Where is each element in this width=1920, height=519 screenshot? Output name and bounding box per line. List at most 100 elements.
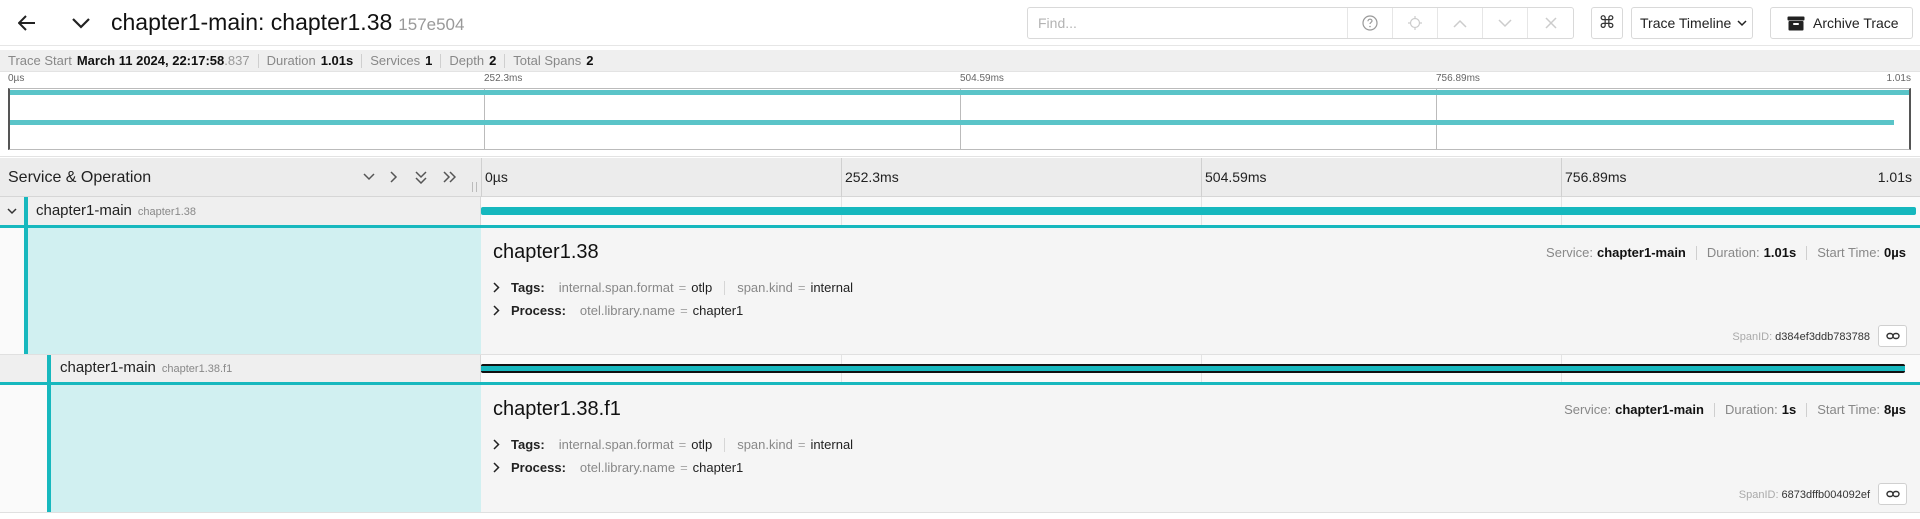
detail-left-fill	[24, 228, 481, 354]
divider	[1695, 245, 1697, 260]
trace-find-group	[1027, 7, 1574, 39]
service-name: chapter1-main	[36, 202, 132, 219]
process-key: otel.library.name	[579, 460, 676, 475]
trace-minimap[interactable]: 0µs 252.3ms 504.59ms 756.89ms 1.01s	[0, 73, 1920, 157]
timeline-tick-label: 0µs	[485, 169, 508, 185]
timeline-gridline	[1561, 158, 1562, 197]
process-label: Process:	[511, 303, 566, 318]
archive-trace-label: Archive Trace	[1813, 15, 1899, 31]
span-detail-meta: Service: chapter1-main Duration: 1s Star…	[1564, 402, 1906, 417]
chevron-right-icon	[493, 462, 500, 473]
span-service-name[interactable]: chapter1-main chapter1.38	[36, 202, 196, 219]
trace-start-value: March 11 2024, 22:17:58.837	[77, 53, 250, 68]
span-detail-meta: Service: chapter1-main Duration: 1.01s S…	[1546, 245, 1906, 260]
view-type-select[interactable]: Trace Timeline	[1631, 7, 1753, 39]
span-row[interactable]: chapter1-main chapter1.38	[0, 197, 1920, 225]
equals-sign: =	[678, 280, 687, 295]
divider	[724, 437, 726, 452]
locate-button[interactable]	[1393, 8, 1438, 38]
span-service-name[interactable]: chapter1-main chapter1.38.f1	[60, 359, 232, 376]
tag-key: span.kind	[737, 280, 793, 295]
chevron-down-icon	[72, 17, 90, 29]
divider	[1806, 402, 1808, 417]
minimap-tick-label: 252.3ms	[484, 73, 523, 84]
depth-value: 2	[489, 53, 497, 68]
services-item: Services 1	[370, 53, 432, 68]
tags-label: Tags:	[511, 280, 545, 295]
command-key-icon: ⌘	[1598, 13, 1616, 32]
clear-find-button[interactable]	[1528, 8, 1573, 38]
trace-page-header: chapter1-main: chapter1.38 157e504 ⌘ Trac…	[0, 0, 1920, 46]
divider	[1713, 402, 1715, 417]
expand-all-button[interactable]	[439, 167, 459, 187]
collapse-one-button[interactable]	[359, 167, 379, 187]
service-color-line	[47, 355, 51, 382]
process-label: Process:	[511, 460, 566, 475]
process-section-toggle[interactable]: Process: otel.library.name = chapter1	[493, 303, 743, 318]
prev-match-button[interactable]	[1438, 8, 1483, 38]
tags-section-toggle[interactable]: Tags: internal.span.format = otlp span.kin…	[493, 280, 853, 295]
copy-span-link-button[interactable]	[1878, 325, 1907, 347]
minimap-tick-label: 756.89ms	[1436, 73, 1480, 84]
tag-key: span.kind	[737, 437, 793, 452]
equals-sign: =	[678, 437, 687, 452]
service-label: Service:	[1564, 402, 1612, 417]
divider	[724, 280, 726, 295]
trace-title-text: chapter1-main: chapter1.38	[111, 9, 393, 35]
chevron-down-icon	[7, 207, 17, 214]
tag-key: internal.span.format	[558, 437, 674, 452]
total-spans-value: 2	[586, 53, 594, 68]
service-color-line	[24, 197, 28, 225]
service-color-line	[24, 228, 28, 354]
double-chevron-down-icon	[415, 170, 427, 184]
collapse-header-button[interactable]	[66, 9, 96, 37]
find-input[interactable]	[1028, 8, 1348, 38]
collapse-all-button[interactable]	[411, 167, 431, 187]
span-toggle-button[interactable]	[3, 202, 21, 220]
tags-section-toggle[interactable]: Tags: internal.span.format = otlp span.kin…	[493, 437, 853, 452]
detail-left-fill	[47, 385, 481, 512]
total-spans-label: Total Spans	[513, 53, 582, 68]
equals-sign: =	[797, 280, 806, 295]
span-id: SpanID: d384ef3ddb783788	[1732, 331, 1870, 343]
duration-value: 1.01s	[1763, 245, 1797, 260]
tag-value: internal	[810, 280, 854, 295]
start-time-value: 0µs	[1884, 245, 1906, 260]
process-value: chapter1	[692, 303, 744, 318]
span-row[interactable]: chapter1-main chapter1.38.f1	[0, 355, 1920, 382]
keyboard-shortcuts-button[interactable]: ⌘	[1591, 7, 1623, 39]
duration-item: Duration 1.01s	[267, 53, 354, 68]
copy-span-link-button[interactable]	[1878, 483, 1907, 505]
arrow-left-icon	[18, 15, 35, 31]
timeline-tick-label: 252.3ms	[845, 169, 899, 185]
minimap-span-bar	[10, 90, 1909, 95]
span-bar[interactable]	[481, 364, 1905, 373]
span-id: SpanID: 6873dffb004092ef	[1739, 489, 1870, 501]
archive-trace-button[interactable]: Archive Trace	[1770, 7, 1913, 39]
span-detail-panel: chapter1.38 Service: chapter1-main Durat…	[0, 225, 1920, 355]
span-detail-title: chapter1.38	[493, 241, 599, 263]
minimap-span-bar	[10, 120, 1894, 125]
chevron-right-icon	[390, 171, 398, 183]
process-section-toggle[interactable]: Process: otel.library.name = chapter1	[493, 460, 743, 475]
divider	[257, 53, 259, 68]
chevron-up-icon	[1453, 19, 1467, 28]
divider	[440, 53, 442, 68]
span-id-label: SpanID:	[1732, 331, 1773, 343]
timeline-tick-label: 756.89ms	[1565, 169, 1627, 185]
minimap-tick-label: 1.01s	[1886, 73, 1911, 84]
column-resizer[interactable]	[472, 182, 478, 192]
next-match-button[interactable]	[1483, 8, 1528, 38]
duration-label: Duration	[266, 53, 316, 68]
find-help-button[interactable]	[1348, 8, 1393, 38]
expand-one-button[interactable]	[384, 167, 404, 187]
divider	[504, 53, 506, 68]
timeline-tick-label: 1.01s	[1877, 169, 1912, 185]
chevron-right-icon	[493, 439, 500, 450]
timeline-gridline	[1201, 158, 1202, 197]
service-operation-title: Service & Operation	[8, 169, 152, 186]
back-button[interactable]	[10, 9, 44, 37]
span-bar[interactable]	[481, 207, 1916, 215]
close-icon	[1544, 17, 1557, 29]
trace-title: chapter1-main: chapter1.38 157e504	[111, 9, 464, 36]
